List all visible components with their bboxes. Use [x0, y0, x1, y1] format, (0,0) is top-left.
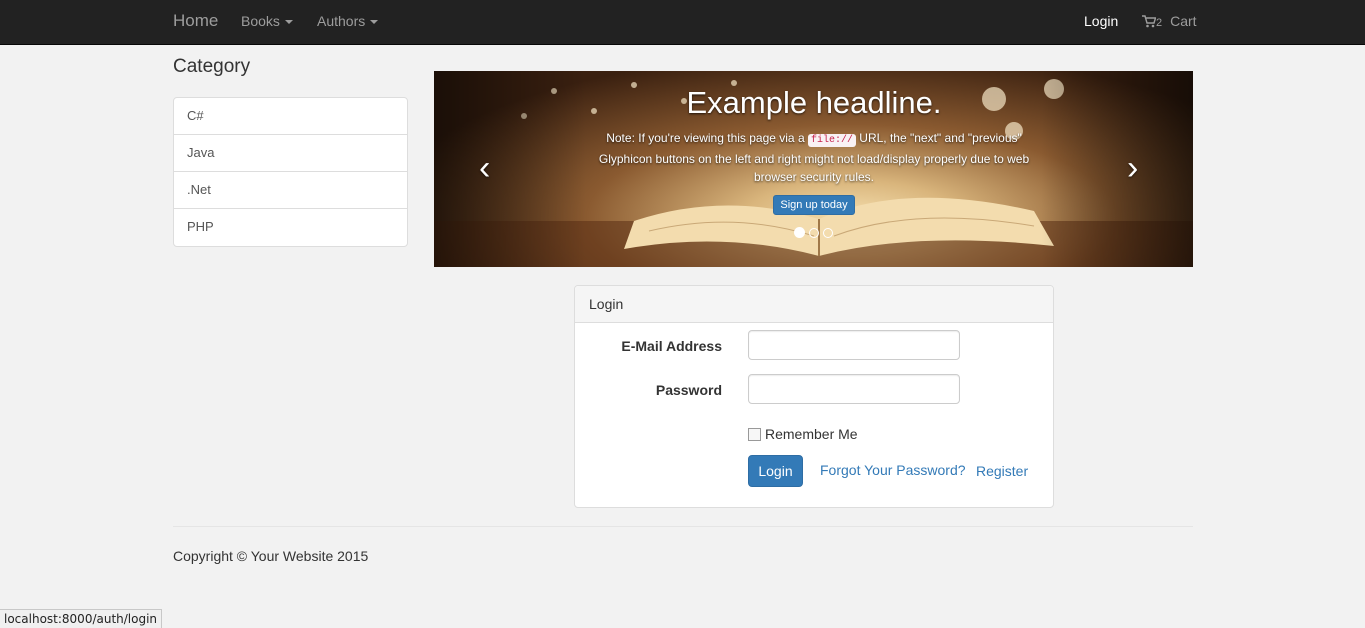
- password-field[interactable]: [748, 374, 960, 404]
- carousel-indicators: [794, 225, 837, 241]
- remember-me-checkbox[interactable]: [748, 428, 761, 441]
- hero-carousel: Example headline. Note: If you're viewin…: [434, 71, 1193, 267]
- forgot-password-link[interactable]: Forgot Your Password?: [820, 462, 966, 478]
- caret-down-icon: [370, 20, 379, 25]
- carousel-indicator-3[interactable]: [823, 228, 833, 238]
- top-navbar: Home Books Authors Login 2 Cart: [0, 0, 1365, 45]
- carousel-next-chevron-icon[interactable]: ›: [1127, 151, 1138, 185]
- shopping-cart-icon: [1142, 15, 1156, 28]
- email-label: E-Mail Address: [621, 338, 722, 354]
- register-link[interactable]: Register: [976, 463, 1028, 479]
- navbar-container: Home Books Authors Login 2 Cart: [173, 0, 1197, 44]
- category-item-java[interactable]: Java: [174, 135, 407, 172]
- password-label: Password: [655, 382, 722, 398]
- category-list: C# Java .Net PHP: [173, 97, 408, 247]
- cart-count: 2: [1156, 17, 1163, 29]
- cart-label: Cart: [1170, 13, 1197, 29]
- books-dropdown[interactable]: Books: [241, 13, 293, 29]
- carousel-caption: Example headline. Note: If you're viewin…: [584, 85, 1044, 215]
- category-item-dotnet[interactable]: .Net: [174, 172, 407, 209]
- category-title: Category: [173, 56, 251, 77]
- category-item-csharp[interactable]: C#: [174, 98, 407, 135]
- carousel-note: Note: If you're viewing this page via a …: [584, 129, 1044, 186]
- nav-login-link[interactable]: Login: [1084, 13, 1118, 29]
- remember-me-row: Remember Me: [748, 426, 858, 442]
- caret-down-icon: [284, 20, 293, 25]
- sign-up-button[interactable]: Sign up today: [773, 195, 855, 215]
- footer-divider: [173, 526, 1193, 527]
- remember-me-label: Remember Me: [765, 426, 858, 442]
- books-label: Books: [241, 13, 280, 29]
- authors-dropdown[interactable]: Authors: [317, 13, 379, 29]
- login-panel: Login E-Mail Address Password Remember M…: [574, 285, 1054, 508]
- carousel-indicator-1[interactable]: [794, 227, 805, 238]
- carousel-headline: Example headline.: [686, 85, 942, 120]
- browser-status-bar: localhost:8000/auth/login: [0, 609, 163, 628]
- category-item-php[interactable]: PHP: [174, 209, 407, 246]
- note-code: file://: [807, 134, 856, 147]
- note-text-start: Note: If you're viewing this page via a: [606, 131, 808, 145]
- home-link[interactable]: Home: [173, 11, 218, 31]
- email-field[interactable]: [748, 330, 960, 360]
- footer-copyright: Copyright © Your Website 2015: [173, 548, 369, 564]
- carousel-indicator-2[interactable]: [809, 228, 819, 238]
- cart-link[interactable]: 2 Cart: [1142, 13, 1197, 29]
- login-panel-heading: Login: [575, 286, 1053, 323]
- carousel-prev-chevron-icon[interactable]: ‹: [479, 151, 490, 185]
- authors-label: Authors: [317, 13, 366, 29]
- login-button[interactable]: Login: [748, 455, 803, 487]
